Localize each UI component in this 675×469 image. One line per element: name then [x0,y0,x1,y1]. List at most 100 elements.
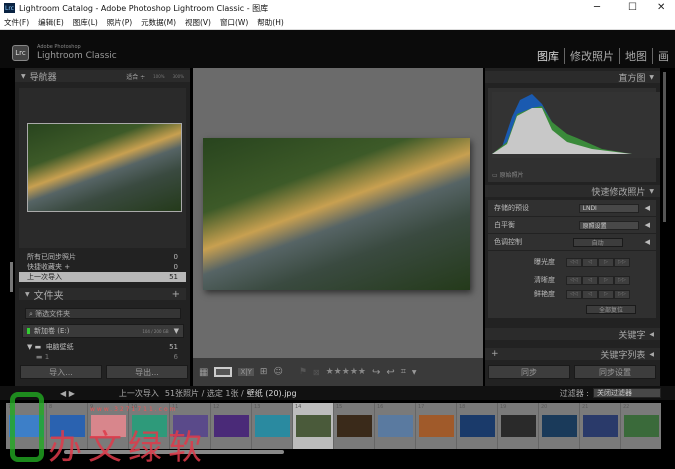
watermark-text: 办文绿软 [48,428,208,468]
close-button[interactable]: ✕ [657,2,665,13]
exposure-stepper[interactable]: ◁◁ ◁ ▷ ▷▷ [566,257,630,267]
keywording-header[interactable]: 关键字 ◀ [485,328,660,341]
reject-flag-icon[interactable]: ⊠ [313,368,320,377]
navigator-header[interactable]: ▼ 导航器 适合 ÷ 100% 300% [15,70,190,83]
filmstrip-source[interactable]: 上一次导入 [119,388,159,399]
filmstrip-thumbnail[interactable]: 17 [416,403,457,449]
collection-item[interactable]: 所有已同步照片 0 [19,252,186,262]
zoom-fit[interactable]: 适合 ÷ [126,72,145,81]
filmstrip-thumbnail[interactable]: 16 [375,403,416,449]
thumbnail-image [255,415,290,437]
zoom-300[interactable]: 300% [173,74,184,79]
module-develop[interactable]: 修改照片 [565,48,620,64]
flag-icon[interactable]: ⚑ [299,367,307,377]
tone-label: 色调控制 [494,238,522,246]
sync-button[interactable]: 同步 [488,365,570,379]
crop-icon[interactable]: ⌗ [401,367,406,377]
thumbnail-image [501,415,536,437]
thumbnail-index: 17 [418,404,425,410]
menu-window[interactable]: 窗口(W) [220,17,248,28]
module-more[interactable]: 画 [653,48,669,64]
zoom-100[interactable]: 100% [153,74,164,79]
filmstrip-thumbnail[interactable]: 13 [252,403,293,449]
vibrance-stepper[interactable]: ◁◁ ◁ ▷ ▷▷ [566,289,630,299]
menu-metadata[interactable]: 元数据(M) [141,17,176,28]
sync-settings-button[interactable]: 同步设置 [574,365,656,379]
survey-view-icon[interactable]: ⊞ [260,367,268,377]
menu-edit[interactable]: 编辑(E) [38,17,64,28]
collection-item[interactable]: 快捷收藏夹 +0 [19,262,186,272]
filmstrip-thumbnail[interactable]: 18 [457,403,498,449]
rotate-left-icon[interactable]: ↪ [372,367,380,378]
lrc-logo: Lrc [12,45,29,61]
menu-library[interactable]: 图库(L) [73,17,98,28]
filmstrip-thumbnail[interactable]: 15 [334,403,375,449]
export-button[interactable]: 导出... [106,365,188,379]
collection-item-selected[interactable]: 上一次导入 51 [19,272,186,282]
auto-tone-button[interactable]: 自动 [572,237,623,247]
navigator-preview[interactable] [19,88,186,248]
watermark-logo [10,392,44,462]
people-view-icon[interactable]: ☺ [273,367,282,377]
thumbnail-index: 22 [623,404,630,410]
thumbnail-index: 8 [49,404,53,410]
compare-view-icon[interactable]: X|Y [238,368,254,376]
title-bar: Lrc Lightroom Catalog - Adobe Photoshop … [0,0,675,16]
thumbnail-image [624,415,659,437]
quick-develop-header[interactable]: 快速修改照片 ▼ [485,185,660,198]
subfolder-item[interactable]: ▬ 16 [19,352,186,362]
keyword-list-header[interactable]: + 关键字列表 ◀ [485,348,660,361]
left-scrollbar[interactable] [10,262,13,292]
volume-menu-icon[interactable]: ▼ [174,327,179,335]
menu-file[interactable]: 文件(F) [4,17,29,28]
thumbnail-image [583,415,618,437]
filmstrip-thumbnail[interactable]: 19 [498,403,539,449]
histogram-header[interactable]: 直方图 ▼ [485,71,660,84]
navigator-image [27,123,182,212]
show-original-checkbox[interactable]: ▭ 原始照片 [492,170,524,179]
thumbnail-image [378,415,413,437]
filmstrip-thumbnail[interactable]: 14 [293,403,334,449]
toolbar: ▦ X|Y ⊞ ☺ ⚑ ⊠ ★★★★★ ↪ ↩ ⌗ ▼ [193,358,483,386]
thumbnail-index: 19 [500,404,507,410]
filmstrip-filename[interactable]: 壁纸 (20).jpg [247,388,297,399]
filmstrip-thumbnail[interactable]: 20 [539,403,580,449]
filmstrip-thumbnail[interactable]: 21 [580,403,621,449]
folders-header[interactable]: ▼ 文件夹 + [19,288,186,302]
folder-filter-input[interactable]: ⌕ 筛选文件夹 [25,308,181,319]
thumbnail-image [337,415,372,437]
menu-photo[interactable]: 照片(P) [107,17,132,28]
folders-title: 文件夹 [33,290,64,302]
rotate-right-icon[interactable]: ↩ [386,367,394,378]
main-photo[interactable] [203,138,470,290]
right-scrollbar[interactable] [663,72,666,222]
volume-row[interactable]: 新加卷 (E:) 104 / 200 GB ▼ [22,324,184,338]
module-map[interactable]: 地图 [620,48,653,64]
clarity-stepper[interactable]: ◁◁ ◁ ▷ ▷▷ [566,275,630,285]
loupe-view-icon[interactable] [214,367,233,377]
import-button[interactable]: 导入... [20,365,102,379]
menu-view[interactable]: 视图(V) [185,17,211,28]
thumbnail-image [460,415,495,437]
saved-preset-select[interactable]: LNDI [578,203,639,213]
filmstrip-thumbnail[interactable]: 22 [621,403,661,449]
nav-arrows[interactable]: ◀ ▶ [60,389,75,398]
reset-all-button[interactable]: 全部复位 [586,305,636,314]
grid-view-icon[interactable]: ▦ [199,367,208,378]
add-folder-icon[interactable]: + [172,289,180,300]
identity-line2: Lightroom Classic [37,51,117,61]
minimize-button[interactable]: ─ [594,2,600,13]
thumbnail-index: 14 [295,404,302,410]
star-rating[interactable]: ★★★★★ [326,367,366,377]
thumbnail-image [214,415,249,437]
menu-help[interactable]: 帮助(H) [257,17,284,28]
folder-item[interactable]: ▼ ▬ 电脑壁纸 51 [19,342,186,352]
filmstrip-thumbnail[interactable]: 12 [211,403,252,449]
maximize-button[interactable]: ☐ [628,2,637,13]
wb-select[interactable]: 原照设置 [578,220,639,230]
module-library[interactable]: 图库 [532,48,565,64]
watermark-url: www.3271711.com [90,406,178,413]
thumbnail-index: 13 [254,404,261,410]
toolbar-menu-icon[interactable]: ▼ [412,369,417,376]
filter-select[interactable]: 关闭过滤器 [593,388,661,398]
